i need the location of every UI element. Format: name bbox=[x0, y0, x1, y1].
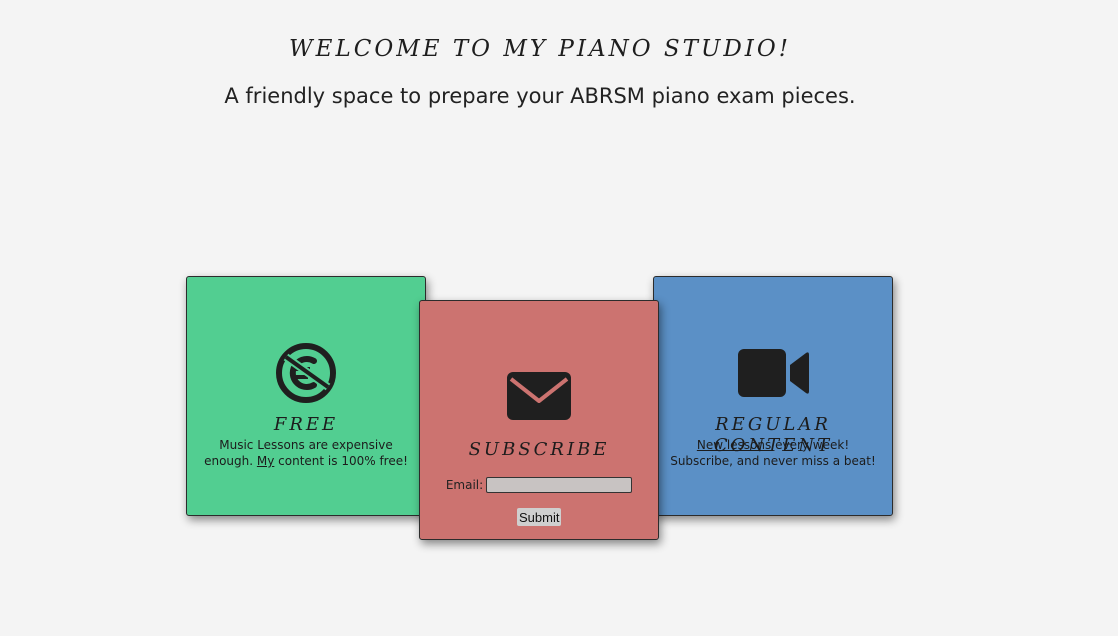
submit-button[interactable]: Submit bbox=[517, 508, 562, 526]
my-link[interactable]: My bbox=[257, 454, 274, 468]
free-card: FREE Music Lessons are expensive enough.… bbox=[186, 276, 426, 516]
free-line-2: enough. My content is 100% free! bbox=[187, 453, 425, 469]
subscribe-title: SUBSCRIBE bbox=[468, 439, 610, 460]
new-lessons-link[interactable]: New lessons bbox=[697, 438, 771, 452]
regular-content-description: New lessons every week! Subscribe, and n… bbox=[654, 437, 892, 469]
regular-content-card: REGULAR CONTENT New lessons every week! … bbox=[653, 276, 893, 516]
regular-line-1: New lessons every week! bbox=[654, 437, 892, 453]
email-label: Email: bbox=[445, 478, 484, 492]
free-line-1: Music Lessons are expensive bbox=[219, 438, 393, 452]
regular-line-2: Subscribe, and never miss a beat! bbox=[670, 454, 876, 468]
page: WELCOME TO MY PIANO STUDIO! A friendly s… bbox=[0, 0, 1118, 636]
free-description: Music Lessons are expensive enough. My c… bbox=[187, 437, 425, 469]
regular-line-1-post: every week! bbox=[771, 438, 850, 452]
page-title: WELCOME TO MY PIANO STUDIO! bbox=[289, 36, 791, 62]
envelope-icon bbox=[420, 371, 658, 421]
free-line-2-post: content is 100% free! bbox=[274, 454, 408, 468]
email-field[interactable] bbox=[486, 477, 633, 493]
free-title: FREE bbox=[273, 414, 339, 435]
video-camera-icon bbox=[654, 347, 892, 399]
page-subtitle: A friendly space to prepare your ABRSM p… bbox=[224, 84, 856, 108]
subscribe-card: SUBSCRIBE Email: Submit bbox=[419, 300, 659, 540]
email-row: Email: bbox=[420, 477, 658, 493]
no-euro-icon bbox=[187, 341, 425, 405]
free-line-2-pre: enough. bbox=[204, 454, 257, 468]
